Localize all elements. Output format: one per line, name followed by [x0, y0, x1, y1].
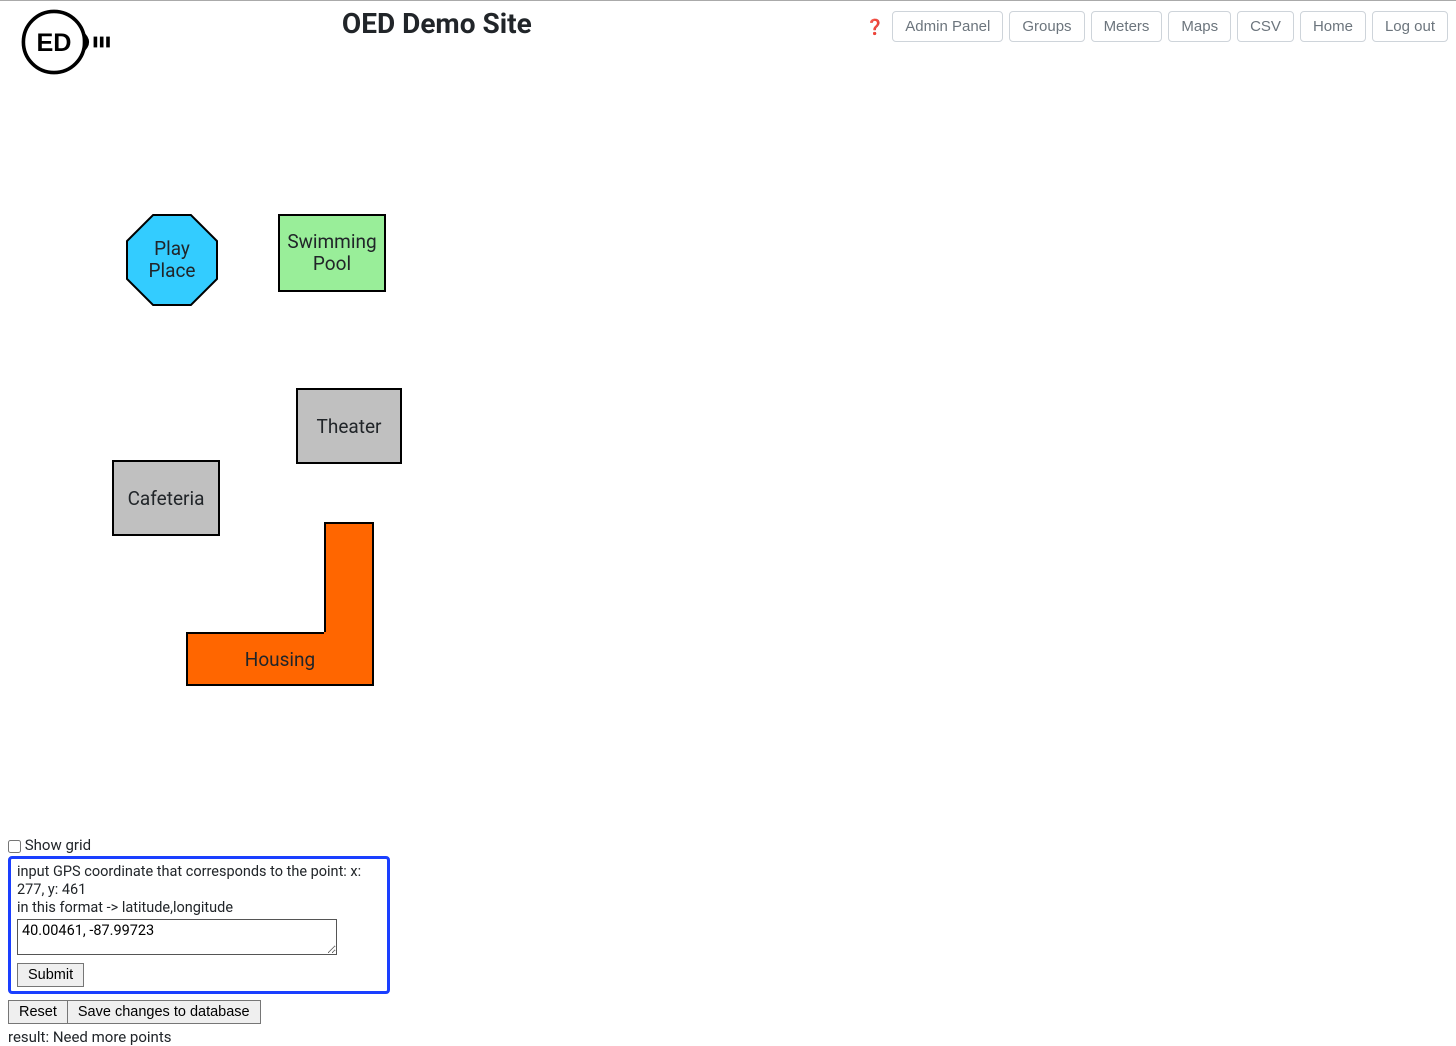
show-grid-checkbox[interactable] — [8, 840, 21, 853]
nav-logout[interactable]: Log out — [1372, 11, 1448, 42]
show-grid-label: Show grid — [25, 836, 91, 854]
reset-button[interactable]: Reset — [8, 1000, 67, 1024]
gps-coordinate-input[interactable] — [17, 919, 337, 955]
building-theater: Theater — [296, 388, 402, 464]
building-housing: Housing — [186, 522, 374, 686]
help-icon[interactable]: ❓ — [866, 18, 885, 36]
building-play-place: Play Place — [126, 214, 218, 306]
nav-admin-panel[interactable]: Admin Panel — [892, 11, 1003, 42]
building-label: Swimming Pool — [287, 231, 376, 275]
map-calibration-canvas[interactable]: Play Place Swimming Pool Theater Cafeter… — [8, 106, 608, 726]
gps-prompt-line1: input GPS coordinate that corresponds to… — [17, 863, 361, 898]
building-label: Play Place — [149, 238, 196, 282]
gps-prompt-line2: in this format -> latitude,longitude — [17, 899, 233, 916]
oed-logo: ED — [18, 6, 126, 82]
svg-text:ED: ED — [37, 29, 72, 57]
nav-meters[interactable]: Meters — [1091, 11, 1163, 42]
submit-button[interactable]: Submit — [17, 963, 84, 987]
calibration-result-text: result: Need more points — [8, 1028, 428, 1046]
nav-home[interactable]: Home — [1300, 11, 1366, 42]
page-title: OED Demo Site — [8, 7, 866, 40]
building-label: Housing — [245, 648, 315, 671]
building-label: Cafeteria — [128, 487, 205, 510]
gps-entry-panel: input GPS coordinate that corresponds to… — [8, 856, 390, 994]
nav-groups[interactable]: Groups — [1009, 11, 1084, 42]
save-to-database-button[interactable]: Save changes to database — [67, 1000, 261, 1024]
nav-csv[interactable]: CSV — [1237, 11, 1294, 42]
nav-maps[interactable]: Maps — [1168, 11, 1231, 42]
building-swimming-pool: Swimming Pool — [278, 214, 386, 292]
building-label: Theater — [317, 415, 382, 438]
